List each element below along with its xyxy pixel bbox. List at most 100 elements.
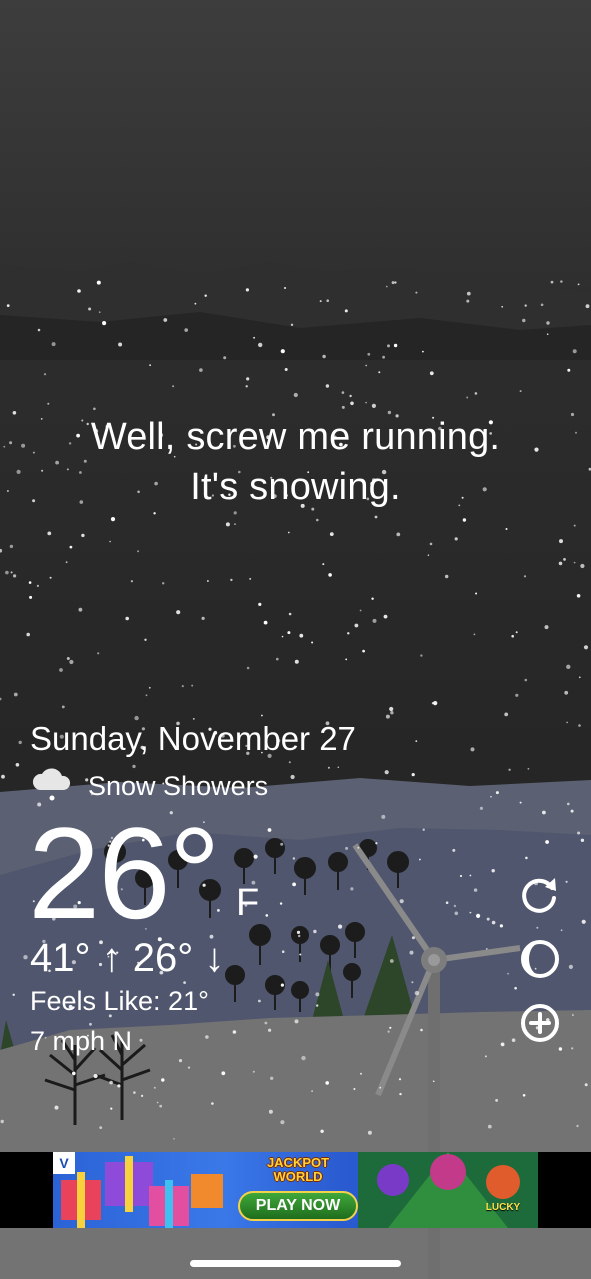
- snowflake: [563, 558, 566, 561]
- snowflake: [97, 652, 100, 655]
- snowflake: [1, 774, 5, 779]
- ad-banner[interactable]: V JACKPOT WORLD PLAY NOW LUCKY: [53, 1152, 538, 1228]
- snowflake: [398, 1078, 402, 1081]
- snowflake: [371, 403, 376, 408]
- snowflake: [411, 981, 414, 984]
- snowflake: [573, 524, 576, 527]
- home-indicator[interactable]: [190, 1260, 401, 1267]
- snowflake: [205, 1035, 209, 1039]
- snowflake: [360, 1072, 362, 1075]
- snowflake: [51, 342, 56, 347]
- snowflake: [341, 405, 345, 409]
- snowflake: [379, 1086, 382, 1089]
- snowflake: [125, 616, 129, 621]
- snowflake: [362, 649, 365, 653]
- snowflake: [511, 634, 514, 638]
- snowflake: [378, 371, 381, 374]
- snowflake: [322, 563, 325, 566]
- high-low-row: 41° ↑ 26° ↓: [30, 936, 224, 980]
- snowflake: [579, 676, 581, 679]
- theme-toggle-button[interactable]: [519, 938, 561, 980]
- forecast-date: Sunday, November 27: [30, 720, 356, 757]
- snowflake: [59, 668, 63, 672]
- snowflake: [290, 323, 294, 326]
- snowflake: [560, 929, 563, 932]
- temperature-unit: F: [236, 882, 260, 924]
- snowflake: [280, 842, 284, 846]
- snowflake: [293, 392, 298, 398]
- snowflake: [432, 1080, 435, 1083]
- snowflake: [487, 1124, 492, 1129]
- snowflake: [524, 304, 527, 307]
- snowflake: [514, 986, 517, 990]
- snowflake: [572, 1014, 574, 1016]
- snowflake: [319, 300, 322, 303]
- snowflake: [268, 1028, 272, 1032]
- snowflake: [486, 917, 490, 921]
- snowflake: [371, 597, 374, 600]
- snowflake: [393, 343, 398, 348]
- snowflake: [466, 291, 471, 296]
- snowflake: [298, 934, 301, 938]
- snowflake: [560, 280, 563, 283]
- wind-speed: 7 mph N: [30, 1026, 133, 1056]
- snowflake: [311, 641, 314, 644]
- snowflake: [415, 740, 418, 742]
- refresh-icon: [522, 878, 556, 913]
- ad-tag: LUCKY: [485, 1202, 521, 1213]
- arrow-up-icon: ↑: [101, 936, 122, 980]
- snowflake: [396, 532, 401, 537]
- snowflake: [515, 631, 518, 634]
- condition-text: Snow Showers: [88, 770, 269, 801]
- snowflake: [365, 401, 367, 404]
- snowflake: [419, 858, 421, 861]
- snowflake: [387, 1030, 390, 1033]
- refresh-button[interactable]: [519, 874, 561, 916]
- snowflake: [585, 304, 590, 309]
- snowflake: [347, 632, 350, 635]
- snowflake: [263, 620, 268, 625]
- snowflake: [234, 523, 236, 525]
- snowflake: [313, 929, 317, 934]
- moon-icon: [521, 940, 559, 978]
- snowflake: [546, 321, 550, 325]
- snowflake: [411, 773, 415, 777]
- current-temperature: 26°: [28, 800, 221, 946]
- snowflake: [299, 953, 302, 956]
- snowflake: [399, 899, 404, 904]
- snowflake: [144, 638, 147, 641]
- snowflake: [294, 659, 299, 664]
- snowflake: [162, 582, 165, 585]
- snowflake: [577, 831, 581, 835]
- snowflake: [328, 573, 332, 577]
- snowflake: [264, 1021, 268, 1025]
- snowflake: [149, 364, 152, 367]
- snowflake: [284, 368, 288, 371]
- snowflake: [484, 1055, 487, 1058]
- high-temperature: 41°: [30, 936, 91, 980]
- snowflake: [469, 874, 472, 877]
- snowflake: [527, 767, 530, 770]
- snowflake: [495, 791, 499, 795]
- snowflake: [389, 959, 394, 963]
- snowflake: [5, 570, 9, 575]
- add-location-button[interactable]: [519, 1002, 561, 1044]
- snowflake: [573, 561, 576, 564]
- ad-play-now-button[interactable]: PLAY NOW: [238, 1191, 358, 1221]
- snowflake: [110, 517, 116, 522]
- snowflake: [23, 955, 28, 960]
- snowflake: [253, 854, 258, 859]
- snowflake: [505, 528, 508, 530]
- snowflake: [194, 302, 197, 305]
- snowflake: [301, 1055, 306, 1061]
- snowflake: [69, 659, 74, 665]
- snowflake: [367, 1130, 372, 1135]
- snowflake: [287, 631, 291, 635]
- snowflake: [566, 664, 571, 669]
- snowflake: [345, 658, 348, 661]
- snowflake: [367, 352, 371, 356]
- snowflake: [199, 368, 203, 372]
- snowflake: [252, 1070, 255, 1073]
- snowflake: [576, 594, 581, 598]
- snowflake: [183, 981, 187, 984]
